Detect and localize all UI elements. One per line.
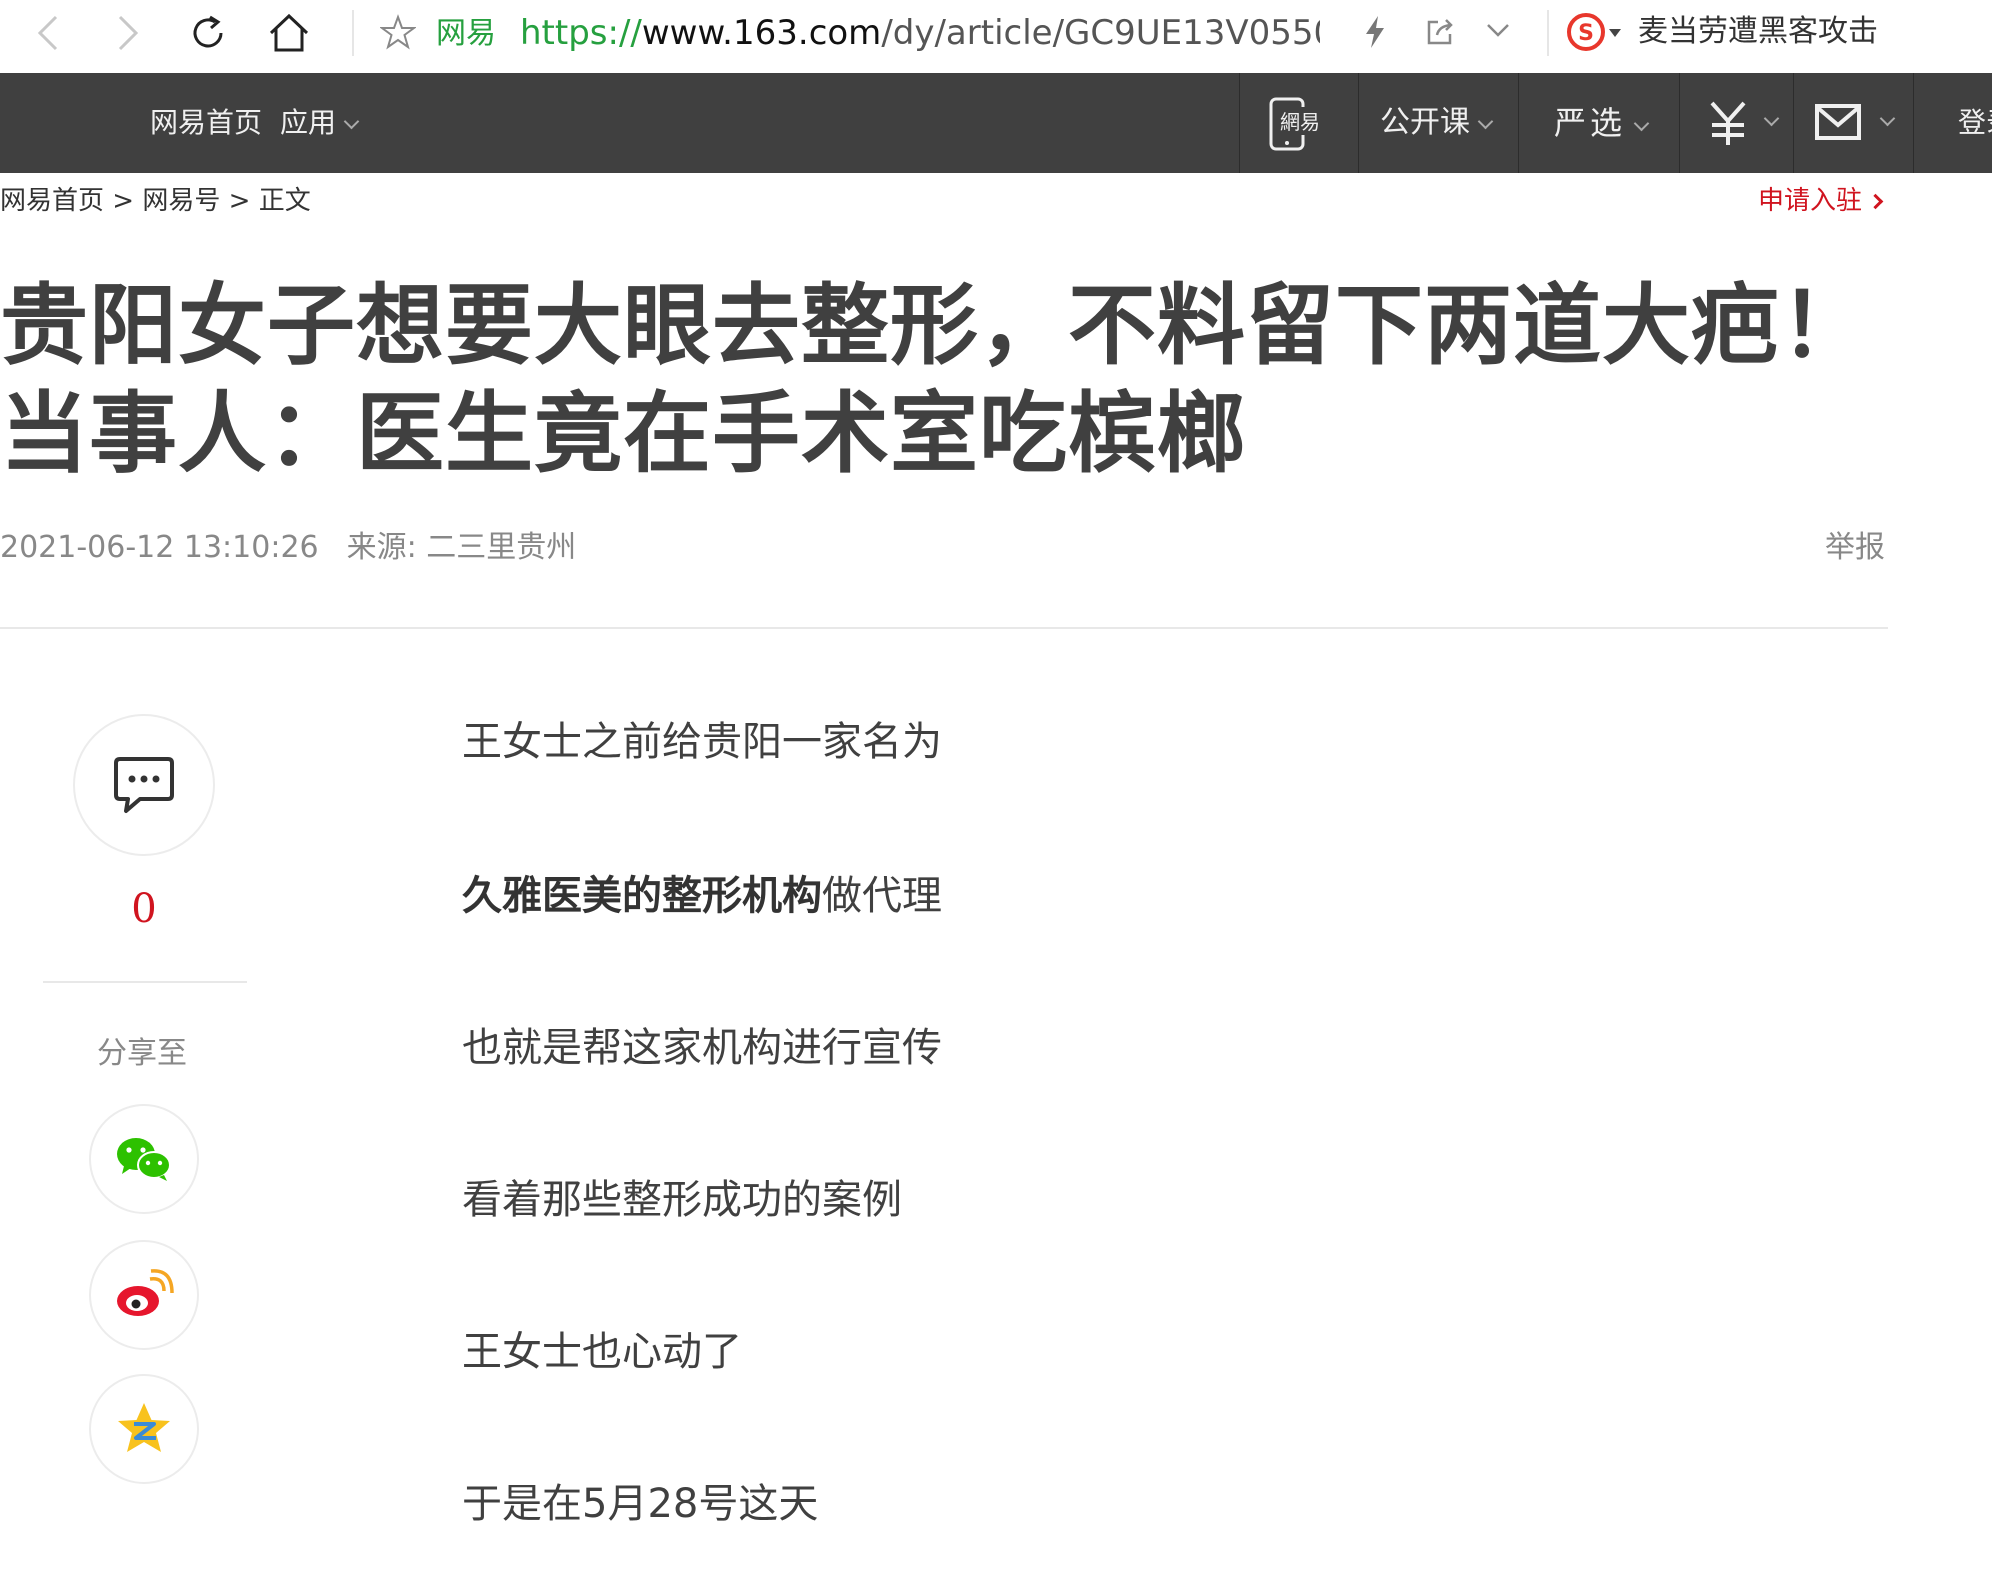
chevron-right-icon: [1867, 193, 1884, 210]
report-link[interactable]: 举报: [1825, 528, 1885, 568]
comment-icon: [114, 757, 174, 813]
share-qzone-button[interactable]: [89, 1374, 199, 1484]
article-title: 贵阳女子想要大眼去整形，不料留下两道大疤！当事人：医生竟在手术室吃槟榔: [0, 274, 1870, 485]
breadcrumb-home[interactable]: 网易首页: [0, 186, 104, 216]
nav-separator: [1679, 73, 1680, 173]
share-wechat-button[interactable]: [89, 1104, 199, 1214]
login-link[interactable]: 登录: [1958, 73, 1992, 173]
url-scheme: https://: [520, 13, 642, 53]
nav-apps-menu[interactable]: 应用: [280, 73, 360, 173]
apply-join-link[interactable]: 申请入驻: [1758, 183, 1884, 219]
home-button[interactable]: [266, 10, 312, 56]
article-paragraph: 看着那些整形成功的案例: [462, 1177, 902, 1223]
chevron-down-icon: [1633, 115, 1650, 132]
bookmark-star-icon[interactable]: [380, 14, 416, 50]
source-label: 来源:: [346, 530, 427, 565]
nav-separator: [1793, 73, 1794, 173]
article-meta: 2021-06-12 13:10:26 来源: 二三里贵州: [0, 528, 576, 568]
nav-course-label: 公开课: [1380, 105, 1470, 140]
money-icon[interactable]: [1706, 99, 1750, 147]
reload-icon: [193, 15, 223, 48]
comment-count[interactable]: 0: [114, 884, 174, 934]
forward-button[interactable]: [104, 10, 150, 56]
svg-text:網易: 網易: [1280, 110, 1320, 134]
chevron-down-icon: [343, 113, 360, 130]
article-paragraph: 于是在5月28号这天: [462, 1481, 819, 1527]
lightning-icon[interactable]: [1362, 14, 1388, 50]
breadcrumb-separator: >: [220, 186, 259, 216]
address-bar[interactable]: https://www.163.com/dy/article/GC9UE13V0…: [520, 10, 1320, 56]
site-identity: 网易: [436, 16, 496, 51]
mail-icon[interactable]: [1814, 103, 1862, 141]
home-icon: [269, 13, 309, 52]
toolbar-divider: [352, 10, 354, 56]
article-paragraph: 也就是帮这家机构进行宣传: [462, 1025, 942, 1071]
netease-mobile-icon[interactable]: 網易: [1268, 97, 1328, 151]
article-paragraph: 王女士也心动了: [462, 1329, 742, 1375]
search-suggestion[interactable]: 麦当劳遭黑客攻击: [1638, 12, 1878, 52]
browser-toolbar: 网易 https://www.163.com/dy/article/GC9UE1…: [0, 0, 1992, 73]
site-top-nav: 网易首页 应用 網易 公开课 严选 登录: [0, 73, 1992, 173]
chevron-down-icon[interactable]: [1879, 110, 1896, 127]
weibo-icon: [117, 1269, 174, 1316]
nav-yanxuan-menu[interactable]: 严选: [1554, 73, 1650, 173]
breadcrumb-current: 正文: [258, 186, 311, 216]
share-divider: [43, 981, 247, 983]
comment-button[interactable]: [73, 714, 215, 856]
breadcrumb-section[interactable]: 网易号: [142, 186, 220, 216]
article-paragraph: 久雅医美的整形机构做代理: [462, 868, 942, 924]
source-name[interactable]: 二三里贵州: [426, 530, 576, 565]
nav-separator: [1913, 73, 1914, 173]
sogou-search-icon[interactable]: S: [1566, 12, 1606, 52]
qzone-star-icon: [118, 1403, 170, 1452]
publish-datetime: 2021-06-12 13:10:26: [0, 530, 319, 565]
breadcrumb-separator: >: [104, 186, 143, 216]
chevron-left-icon: [37, 15, 58, 51]
chevron-down-icon: [1477, 113, 1494, 130]
header-divider: [0, 627, 1888, 629]
nav-home-link[interactable]: 网易首页: [150, 73, 262, 173]
share-weibo-button[interactable]: [89, 1240, 199, 1350]
nav-apps-label: 应用: [280, 106, 337, 139]
breadcrumb: 网易首页 > 网易号 > 正文: [0, 183, 311, 219]
paragraph-text: 做代理: [822, 873, 942, 919]
nav-separator: [1518, 73, 1519, 173]
highlighted-text: 久雅医美的整形机构: [462, 873, 822, 919]
nav-separator: [1239, 73, 1240, 173]
chevron-down-icon[interactable]: [1484, 18, 1512, 42]
nav-separator: [1358, 73, 1359, 173]
nav-yanxuan-label: 严选: [1554, 104, 1627, 142]
share-icon[interactable]: [1424, 16, 1456, 48]
toolbar-divider: [1547, 10, 1549, 56]
apply-join-label: 申请入驻: [1758, 186, 1863, 216]
wechat-icon: [117, 1138, 171, 1181]
share-label: 分享至: [97, 1036, 187, 1071]
chevron-down-icon[interactable]: [1763, 110, 1780, 127]
back-button[interactable]: [26, 10, 72, 56]
chevron-right-icon: [118, 15, 139, 51]
svg-text:S: S: [1578, 21, 1594, 46]
url-domain: www.163.com: [641, 13, 882, 53]
caret-down-icon[interactable]: [1608, 28, 1622, 38]
article-paragraph: 王女士之前给贵阳一家名为: [462, 719, 942, 765]
reload-button[interactable]: [185, 10, 231, 56]
url-path: /dy/article/GC9UE13V0550TNMF: [881, 13, 1320, 53]
nav-open-course-menu[interactable]: 公开课: [1380, 73, 1494, 173]
